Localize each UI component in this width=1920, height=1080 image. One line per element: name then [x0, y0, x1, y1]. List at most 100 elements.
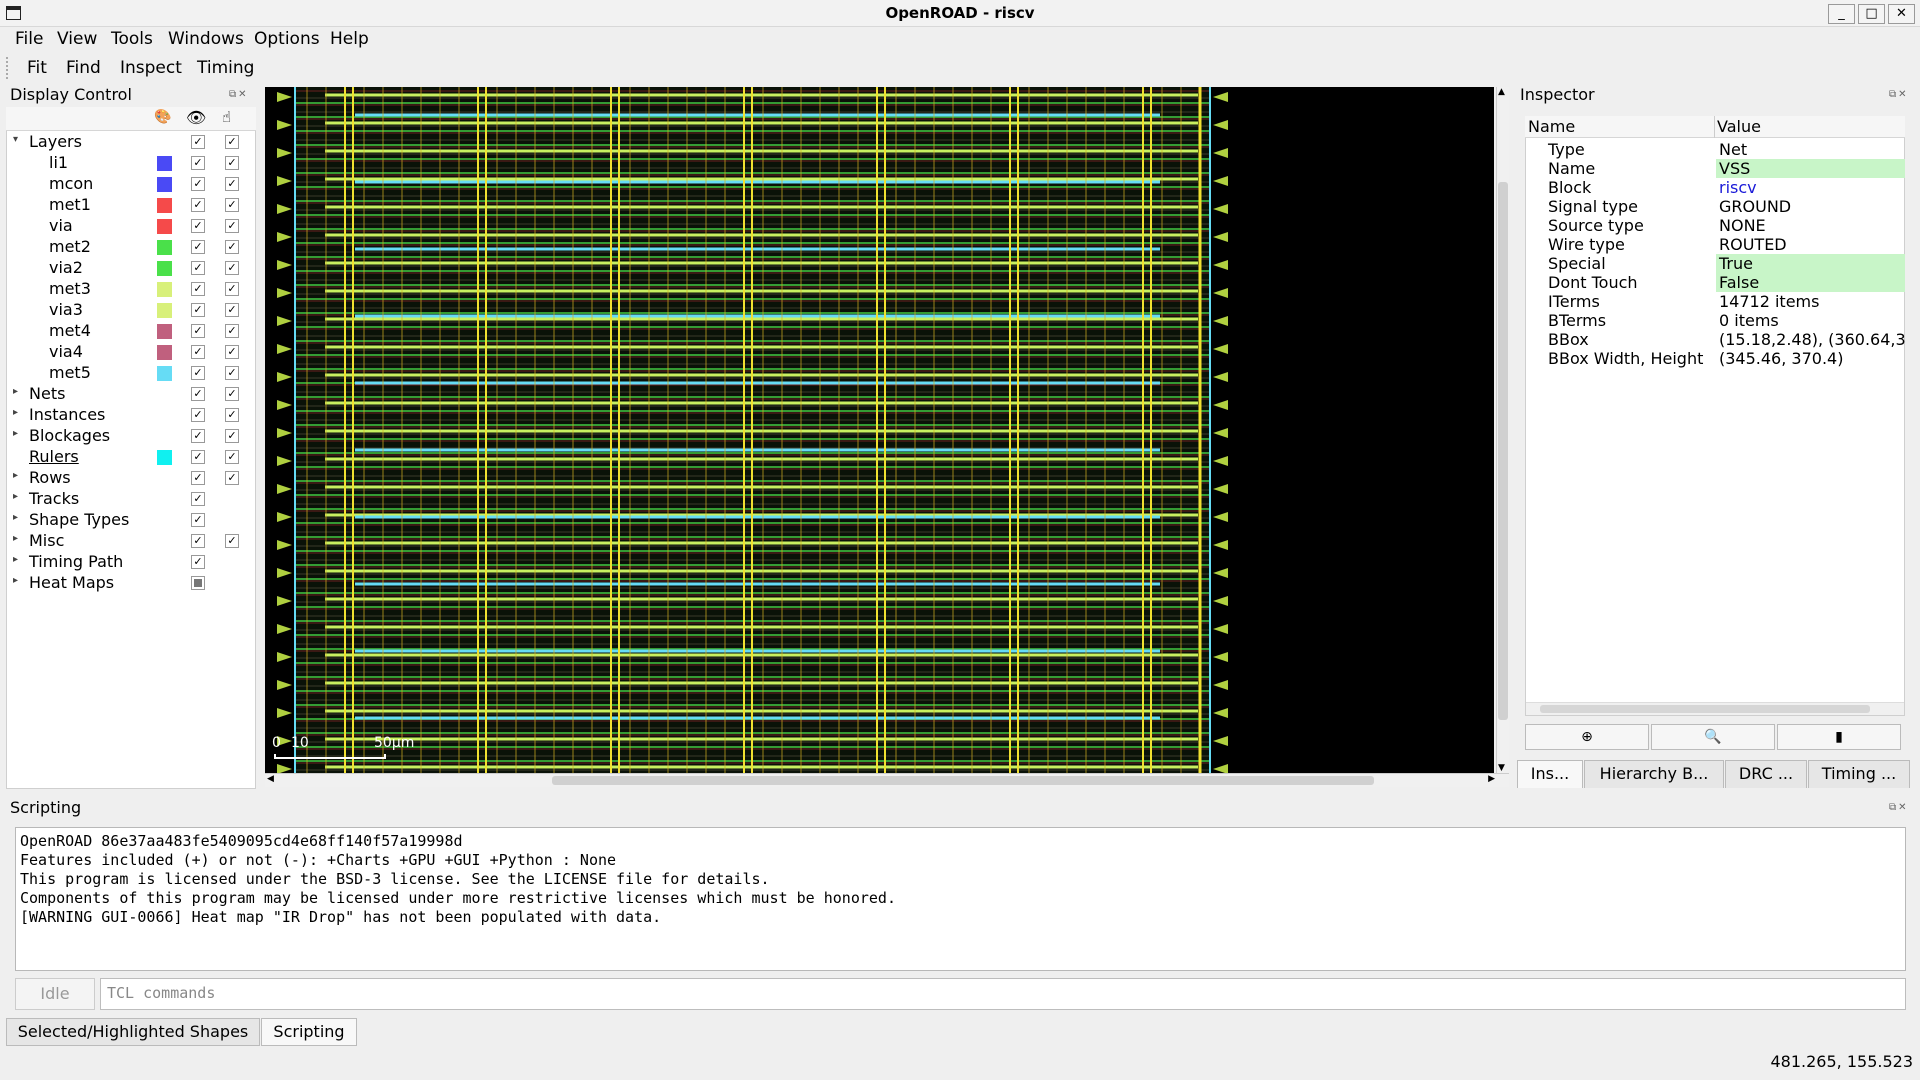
visible-checkbox[interactable]: ✓	[191, 198, 205, 212]
expand-arrow-icon[interactable]: ▸	[13, 533, 18, 544]
tree-row-met5[interactable]: met5 ✓ ✓	[7, 362, 255, 383]
layer-color-swatch[interactable]	[157, 177, 172, 192]
property-value[interactable]: False	[1716, 273, 1905, 292]
visible-checkbox[interactable]: ✓	[191, 513, 205, 527]
visible-checkbox[interactable]: ✓	[191, 156, 205, 170]
tree-row-instances[interactable]: ▸ Instances ✓ ✓	[7, 404, 255, 425]
dock-float-close-icon[interactable]: ⧉✕	[1889, 89, 1911, 101]
minimize-button[interactable]: _	[1828, 4, 1855, 24]
inspector-row[interactable]: BBox (15.18,2.48), (360.64,372.88)	[1548, 330, 1905, 349]
visible-checkbox[interactable]: ✓	[191, 408, 205, 422]
selectable-checkbox[interactable]: ✓	[225, 450, 239, 464]
vertical-scroll-thumb[interactable]	[1498, 182, 1508, 720]
visible-checkbox[interactable]: ✓	[191, 492, 205, 506]
tree-row-heat-maps[interactable]: ▸ Heat Maps	[7, 572, 255, 593]
visible-checkbox[interactable]: ✓	[191, 450, 205, 464]
selectable-checkbox[interactable]: ✓	[225, 534, 239, 548]
visible-checkbox[interactable]: ✓	[191, 135, 205, 149]
maximize-button[interactable]: □	[1858, 4, 1885, 24]
layer-color-swatch[interactable]	[157, 450, 172, 465]
inspector-horizontal-scrollbar[interactable]	[1526, 702, 1904, 715]
visible-checkbox[interactable]: ✓	[191, 471, 205, 485]
selectable-checkbox[interactable]: ✓	[225, 198, 239, 212]
visible-checkbox[interactable]: ✓	[191, 324, 205, 338]
scroll-right-icon[interactable]: ▶	[1488, 774, 1495, 784]
canvas-vertical-scrollbar[interactable]: ▲ ▼	[1496, 87, 1509, 773]
layer-color-swatch[interactable]	[157, 219, 172, 234]
layer-color-swatch[interactable]	[157, 261, 172, 276]
selectable-checkbox[interactable]: ✓	[225, 261, 239, 275]
selectable-checkbox[interactable]: ✓	[225, 387, 239, 401]
menu-tools[interactable]: Tools	[111, 29, 153, 49]
expand-arrow-icon[interactable]: ▸	[13, 575, 18, 586]
tree-row-via4[interactable]: via4 ✓ ✓	[7, 341, 255, 362]
inspector-row[interactable]: Source type NONE	[1548, 216, 1905, 235]
selectable-checkbox[interactable]: ✓	[225, 471, 239, 485]
tree-row-via2[interactable]: via2 ✓ ✓	[7, 257, 255, 278]
inspect-button[interactable]: Inspect	[120, 58, 182, 78]
inspector-row[interactable]: Signal type GROUND	[1548, 197, 1905, 216]
collapse-arrow-icon[interactable]: ▾	[13, 134, 18, 145]
expand-arrow-icon[interactable]: ▸	[13, 554, 18, 565]
menu-options[interactable]: Options	[254, 29, 320, 49]
visible-checkbox[interactable]: ✓	[191, 429, 205, 443]
find-button[interactable]: Find	[66, 58, 101, 78]
tree-row-via[interactable]: via ✓ ✓	[7, 215, 255, 236]
tab-selected-highlighted-shapes[interactable]: Selected/Highlighted Shapes	[6, 1018, 260, 1046]
fit-button[interactable]: Fit	[27, 58, 47, 78]
selectable-checkbox[interactable]: ✓	[225, 408, 239, 422]
tree-row-layers[interactable]: ▾ Layers ✓ ✓	[7, 131, 255, 152]
visible-checkbox[interactable]: ✓	[191, 261, 205, 275]
scroll-left-icon[interactable]: ◀	[267, 774, 274, 784]
property-link[interactable]: riscv	[1716, 178, 1905, 197]
zoom-button[interactable]: 🔍	[1651, 724, 1775, 750]
visible-checkbox[interactable]: ✓	[191, 282, 205, 296]
inspector-row[interactable]: Type Net	[1548, 140, 1905, 159]
visible-checkbox[interactable]	[191, 576, 205, 590]
tree-row-misc[interactable]: ▸ Misc ✓ ✓	[7, 530, 255, 551]
inspector-scroll-thumb[interactable]	[1540, 705, 1870, 713]
inspector-row[interactable]: BBox Width, Height (345.46, 370.4)	[1548, 349, 1905, 368]
expand-arrow-icon[interactable]: ▸	[13, 470, 18, 481]
visible-checkbox[interactable]: ✓	[191, 219, 205, 233]
visible-checkbox[interactable]: ✓	[191, 177, 205, 191]
selectable-checkbox[interactable]: ✓	[225, 219, 239, 233]
close-button[interactable]: ✕	[1888, 4, 1915, 24]
tree-row-timing-path[interactable]: ▸ Timing Path ✓	[7, 551, 255, 572]
menu-help[interactable]: Help	[330, 29, 369, 49]
inspector-row[interactable]: BTerms 0 items	[1548, 311, 1905, 330]
tree-row-met2[interactable]: met2 ✓ ✓	[7, 236, 255, 257]
expand-arrow-icon[interactable]: ▸	[13, 407, 18, 418]
tree-row-mcon[interactable]: mcon ✓ ✓	[7, 173, 255, 194]
tree-row-blockages[interactable]: ▸ Blockages ✓ ✓	[7, 425, 255, 446]
tree-row-rows[interactable]: ▸ Rows ✓ ✓	[7, 467, 255, 488]
visible-checkbox[interactable]: ✓	[191, 366, 205, 380]
inspector-row[interactable]: Name VSS	[1548, 159, 1905, 178]
menu-windows[interactable]: Windows	[168, 29, 244, 49]
highlight-button[interactable]: ▮	[1777, 724, 1901, 750]
inspector-row[interactable]: ITerms 14712 items	[1548, 292, 1905, 311]
expand-arrow-icon[interactable]: ▸	[13, 386, 18, 397]
tree-row-met3[interactable]: met3 ✓ ✓	[7, 278, 255, 299]
expand-arrow-icon[interactable]: ▸	[13, 491, 18, 502]
timing-button[interactable]: Timing	[197, 58, 254, 78]
layer-color-swatch[interactable]	[157, 156, 172, 171]
tree-row-met4[interactable]: met4 ✓ ✓	[7, 320, 255, 341]
tab-inspector[interactable]: Ins...	[1517, 760, 1583, 788]
selectable-checkbox[interactable]: ✓	[225, 303, 239, 317]
zoom-to-button[interactable]: ⊕	[1525, 724, 1649, 750]
selectable-checkbox[interactable]: ✓	[225, 366, 239, 380]
property-value[interactable]: True	[1716, 254, 1905, 273]
layer-color-swatch[interactable]	[157, 303, 172, 318]
tree-row-rulers[interactable]: Rulers ✓ ✓	[7, 446, 255, 467]
inspector-row[interactable]: Block riscv	[1548, 178, 1905, 197]
tree-row-tracks[interactable]: ▸ Tracks ✓	[7, 488, 255, 509]
menu-file[interactable]: File	[15, 29, 43, 49]
inspector-row[interactable]: Wire type ROUTED	[1548, 235, 1905, 254]
visible-checkbox[interactable]: ✓	[191, 345, 205, 359]
tab-drc-viewer[interactable]: DRC ...	[1725, 760, 1807, 788]
selectable-checkbox[interactable]: ✓	[225, 135, 239, 149]
tree-row-via3[interactable]: via3 ✓ ✓	[7, 299, 255, 320]
property-value[interactable]: VSS	[1716, 159, 1905, 178]
visible-checkbox[interactable]: ✓	[191, 555, 205, 569]
